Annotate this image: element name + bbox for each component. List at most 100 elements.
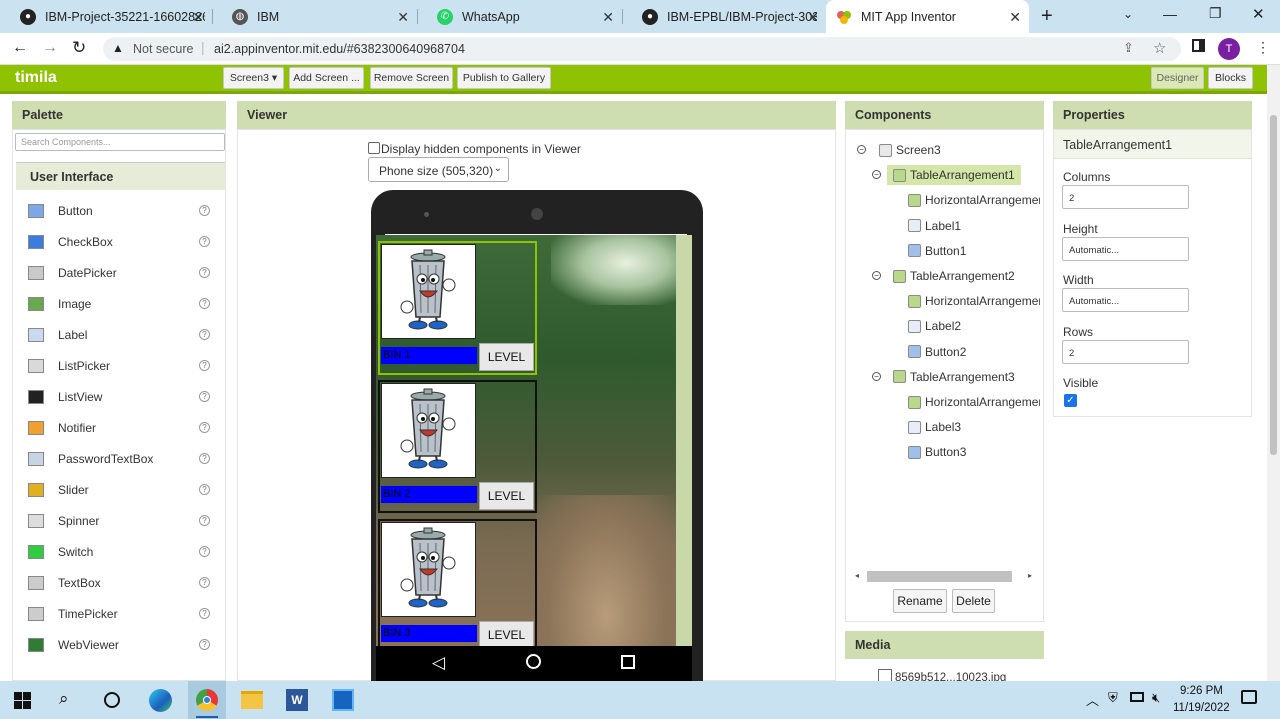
share-icon[interactable]: ⇪ (1123, 40, 1134, 56)
help-icon[interactable]: ? (199, 360, 210, 371)
level-button-1[interactable]: LEVEL (479, 343, 534, 371)
profile-avatar[interactable]: T (1218, 38, 1240, 60)
blocks-button[interactable]: Blocks (1208, 67, 1253, 89)
close-icon[interactable]: ✕ (192, 9, 204, 26)
volume-muted-icon[interactable]: 🔇︎ (1152, 690, 1160, 706)
palette-item-checkbox[interactable]: CheckBox? (16, 226, 226, 257)
page-scrollbar[interactable] (1267, 65, 1280, 681)
help-icon[interactable]: ? (199, 391, 210, 402)
tree-item-button2[interactable]: Button2 (908, 342, 966, 362)
palette-item-listpicker[interactable]: ListPicker? (16, 350, 226, 381)
help-icon[interactable]: ? (199, 484, 210, 495)
collapse-icon[interactable]: − (872, 371, 881, 381)
battery-icon[interactable] (1130, 692, 1144, 702)
file-explorer-icon[interactable] (241, 691, 263, 709)
browser-tab-4[interactable]: ● IBM-EPBL/IBM-Project-3036 ✕ (622, 0, 827, 33)
browser-tab-1[interactable]: ● IBM-Project-35221-166028268 ✕ (0, 0, 212, 33)
palette-item-button[interactable]: Button? (16, 195, 226, 226)
level-button-3[interactable]: LEVEL (479, 621, 534, 649)
url-text[interactable]: ai2.appinventor.mit.edu/#638230064096870… (214, 42, 465, 56)
phone-size-select[interactable]: Phone size (505,320) ⌄ (368, 157, 509, 182)
security-shield-icon[interactable]: ⛨ (1108, 690, 1118, 706)
scrollbar-thumb[interactable] (1270, 115, 1277, 455)
designer-button[interactable]: Designer (1151, 67, 1204, 89)
palette-item-slider[interactable]: Slider? (16, 474, 226, 505)
rename-button[interactable]: Rename (893, 589, 947, 613)
media-file-name[interactable]: 8569b512...10023.jpg (895, 672, 1006, 681)
minimize-icon[interactable]: — (1163, 6, 1177, 22)
tab-search-icon[interactable]: ⌄ (1123, 7, 1133, 21)
photos-icon[interactable] (332, 689, 354, 711)
reload-icon[interactable]: ↻ (72, 38, 86, 58)
palette-item-switch[interactable]: Switch? (16, 536, 226, 567)
hidden-components-checkbox[interactable] (368, 142, 380, 154)
tree-item-screen3[interactable]: Screen3 (879, 140, 941, 160)
menu-kebab-icon[interactable]: ⋮ (1256, 39, 1270, 56)
edge-icon[interactable] (149, 689, 172, 712)
help-icon[interactable]: ? (199, 205, 210, 216)
browser-tab-2[interactable]: ◍ IBM ✕ (212, 0, 417, 33)
visible-checkbox[interactable]: ✓ (1064, 394, 1077, 407)
window-close-icon[interactable]: ✕ (1252, 5, 1265, 23)
help-icon[interactable]: ? (199, 515, 210, 526)
level-button-2[interactable]: LEVEL (479, 482, 534, 510)
windows-start-icon[interactable] (14, 692, 31, 709)
publish-gallery-button[interactable]: Publish to Gallery (457, 67, 551, 89)
tree-item-button3[interactable]: Button3 (908, 442, 966, 462)
taskbar-time[interactable]: 9:26 PM (1180, 685, 1223, 697)
tree-item-button1[interactable]: Button1 (908, 241, 966, 261)
show-hidden-icons-icon[interactable]: ︿ (1086, 690, 1099, 709)
tree-item-horizontalarrangemen[interactable]: HorizontalArrangemen (908, 190, 1040, 210)
help-icon[interactable]: ? (199, 422, 210, 433)
taskbar-chrome-active[interactable] (188, 681, 226, 719)
property-input-height[interactable]: Automatic... (1062, 236, 1189, 261)
tree-item-tablearrangement3[interactable]: TableArrangement3 (893, 367, 1015, 387)
help-icon[interactable]: ? (199, 329, 210, 340)
close-icon[interactable]: ✕ (602, 9, 614, 26)
table-arrangement-2[interactable]: BIN 2 LEVEL (378, 380, 537, 513)
scroll-right-icon[interactable]: ▸ (1028, 571, 1032, 580)
close-icon[interactable]: ✕ (1009, 9, 1021, 26)
delete-button[interactable]: Delete (952, 589, 995, 613)
scroll-left-icon[interactable]: ◂ (855, 571, 859, 580)
new-tab-icon[interactable]: + (1041, 5, 1053, 28)
help-icon[interactable]: ? (199, 608, 210, 619)
table-arrangement-1[interactable]: BIN 1 LEVEL (378, 241, 537, 375)
forward-icon[interactable]: → (42, 39, 58, 57)
side-panel-icon[interactable] (1192, 39, 1205, 52)
palette-item-spinner[interactable]: Spinner? (16, 505, 226, 536)
screen-select-button[interactable]: Screen3 ▾ (223, 67, 284, 89)
close-icon[interactable]: ✕ (807, 9, 819, 26)
tree-item-horizontalarrangemen[interactable]: HorizontalArrangemen (908, 291, 1040, 311)
tree-item-label1[interactable]: Label1 (908, 216, 961, 236)
help-icon[interactable]: ? (199, 453, 210, 464)
hscroll-thumb[interactable] (867, 571, 1012, 582)
word-icon[interactable]: W (286, 689, 308, 711)
task-view-icon[interactable] (104, 692, 120, 708)
tree-item-tablearrangement1[interactable]: TableArrangement1 (887, 165, 1021, 186)
omnibox[interactable]: ▲ Not secure | ai2.appinventor.mit.edu/#… (103, 37, 1181, 61)
palette-item-label[interactable]: Label? (16, 319, 226, 350)
tree-hscroll[interactable]: ◂ ▸ (855, 570, 1036, 583)
add-screen-button[interactable]: Add Screen ... (289, 67, 364, 89)
remove-screen-button[interactable]: Remove Screen (370, 67, 453, 89)
palette-item-listview[interactable]: ListView? (16, 381, 226, 412)
tree-item-label2[interactable]: Label2 (908, 316, 961, 336)
help-icon[interactable]: ? (199, 577, 210, 588)
restore-icon[interactable]: ❐ (1209, 5, 1222, 22)
collapse-icon[interactable]: − (872, 271, 881, 280)
help-icon[interactable]: ? (199, 298, 210, 309)
property-input-rows[interactable]: 2 (1062, 339, 1189, 364)
palette-item-webviewer[interactable]: WebViewer? (16, 629, 226, 660)
help-icon[interactable]: ? (199, 236, 210, 247)
palette-item-datepicker[interactable]: DatePicker? (16, 257, 226, 288)
browser-tab-5-active[interactable]: MIT App Inventor ✕ (826, 0, 1029, 33)
property-input-columns[interactable]: 2 (1062, 185, 1189, 209)
palette-search-input[interactable]: Search Components... (15, 133, 225, 151)
palette-item-image[interactable]: Image? (16, 288, 226, 319)
tree-item-horizontalarrangemen[interactable]: HorizontalArrangemen (908, 392, 1040, 412)
bookmark-star-icon[interactable]: ☆ (1153, 39, 1166, 57)
close-icon[interactable]: ✕ (397, 9, 409, 26)
help-icon[interactable]: ? (199, 639, 210, 650)
back-icon[interactable]: ← (12, 39, 28, 57)
